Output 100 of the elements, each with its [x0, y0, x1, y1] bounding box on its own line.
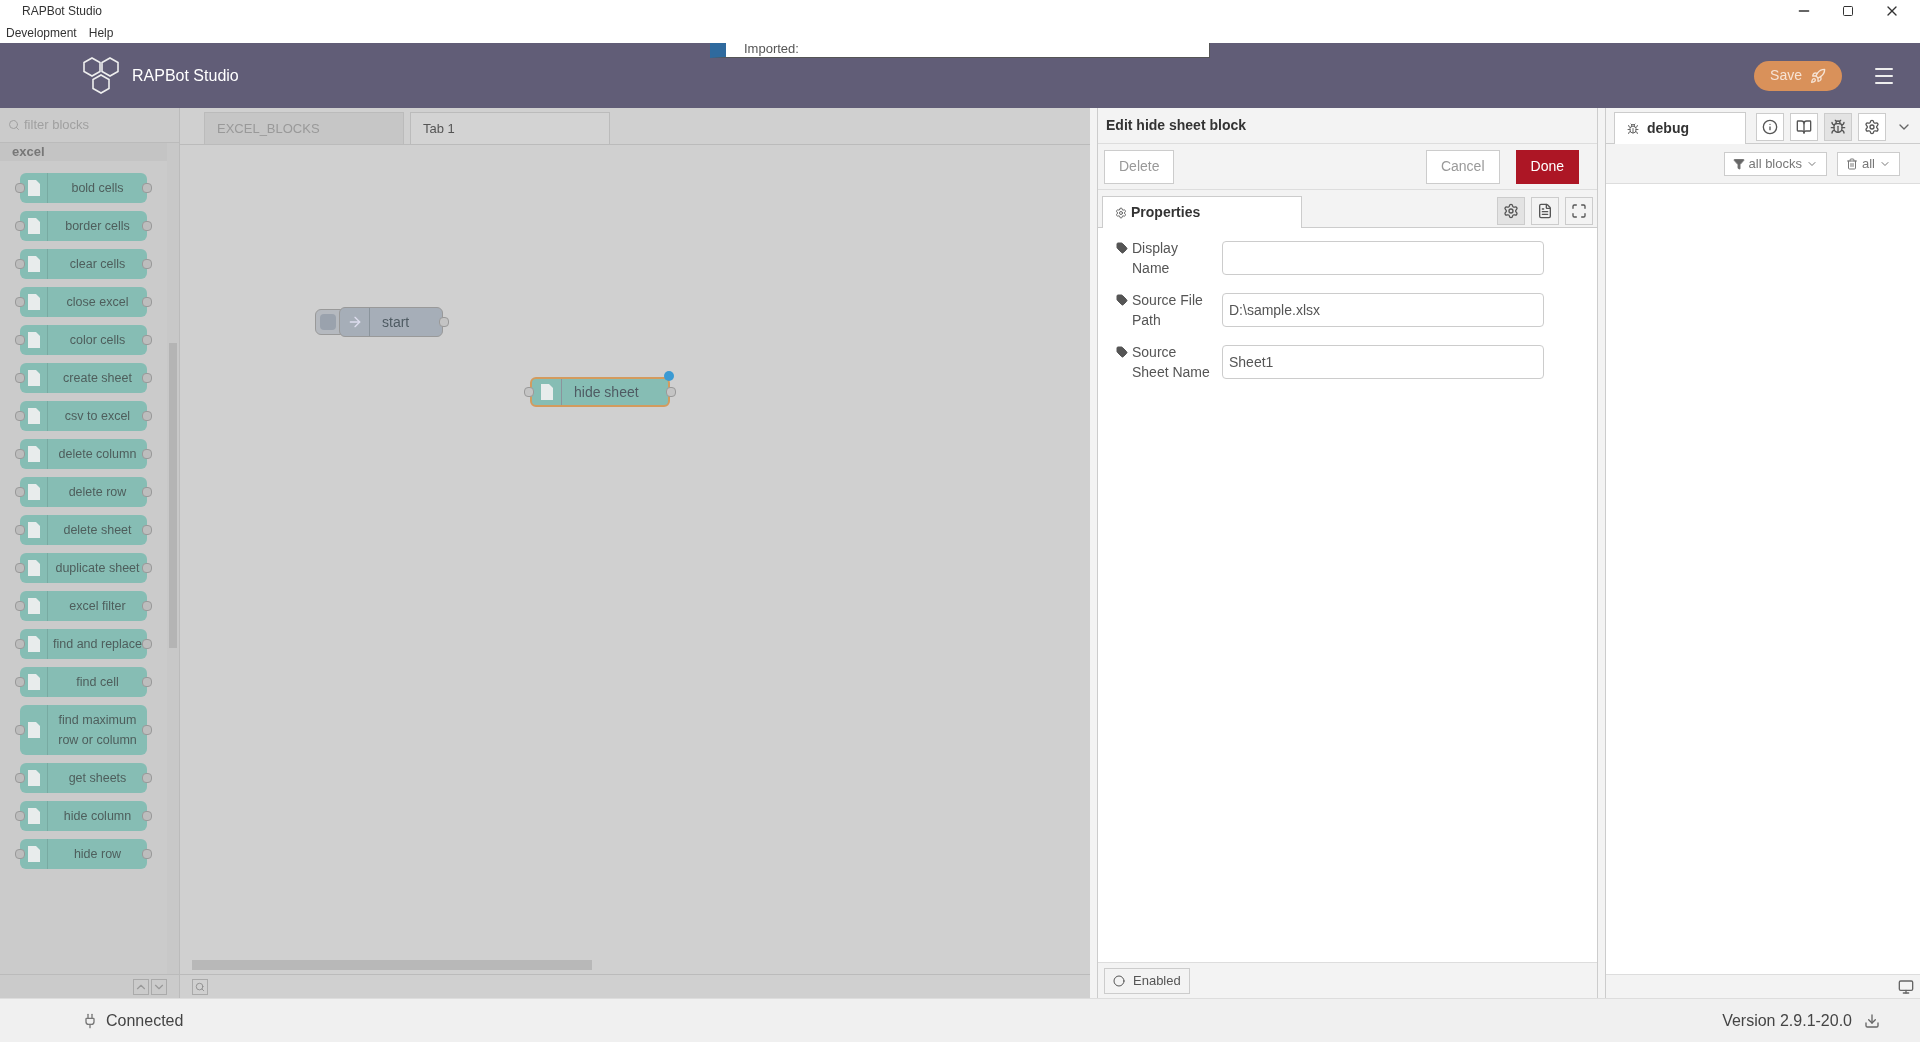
info-icon[interactable]	[1756, 113, 1784, 141]
menu-item[interactable]: Development	[6, 23, 77, 42]
document-icon	[540, 384, 553, 400]
gear-icon	[1115, 206, 1127, 219]
palette-block[interactable]: find cell	[20, 667, 147, 697]
editor-title: Edit hide sheet block	[1106, 116, 1247, 135]
palette-block[interactable]: delete row	[20, 477, 147, 507]
block-label: get sheets	[67, 770, 128, 787]
text-field[interactable]: D:\sample.xlsx	[1222, 293, 1544, 327]
connection-status: Connected	[106, 1010, 184, 1031]
download-icon[interactable]	[1864, 1012, 1880, 1029]
port-icon	[15, 677, 25, 687]
node-label: hide sheet	[573, 382, 640, 402]
port-icon	[142, 725, 152, 735]
block-label: delete row	[67, 484, 128, 501]
port-icon	[142, 849, 152, 859]
block-label: delete sheet	[62, 522, 133, 539]
block-label: close excel	[65, 294, 130, 311]
menu-item[interactable]: Help	[88, 23, 114, 42]
palette-block[interactable]: color cells	[20, 325, 147, 355]
plug-icon	[82, 1012, 98, 1029]
debug-tab[interactable]: debug	[1614, 112, 1746, 144]
properties-tab[interactable]: Properties	[1102, 196, 1302, 228]
palette-block[interactable]: bold cells	[20, 173, 147, 203]
document-icon	[27, 636, 40, 652]
port-icon	[15, 773, 25, 783]
document-icon	[27, 332, 40, 348]
block-label: bold cells	[70, 180, 125, 197]
document-icon	[27, 846, 40, 862]
field-label: Display Name	[1132, 239, 1179, 278]
port-icon	[15, 849, 25, 859]
port-icon	[15, 811, 25, 821]
palette-block[interactable]: close excel	[20, 287, 147, 317]
block-label: hide row	[72, 846, 123, 863]
port-icon	[142, 811, 152, 821]
tag-icon	[1116, 294, 1128, 306]
block-label: create sheet	[62, 370, 133, 387]
port-icon	[15, 525, 25, 535]
book-icon[interactable]	[1790, 113, 1818, 141]
document-icon	[27, 180, 40, 196]
save-button[interactable]: Save	[1754, 60, 1842, 91]
palette-block[interactable]: create sheet	[20, 363, 147, 393]
done-button[interactable]: Done	[1515, 149, 1579, 184]
palette-block[interactable]: border cells	[20, 211, 147, 241]
circle-icon	[1113, 974, 1125, 987]
document-icon	[27, 446, 40, 462]
port-icon	[15, 373, 25, 383]
port-icon	[666, 387, 676, 397]
flow-node[interactable]: hide sheet	[530, 377, 670, 407]
bug-icon[interactable]	[1824, 113, 1852, 141]
block-label: find maximum row or column	[57, 712, 138, 749]
workspace-tab[interactable]: Tab 1	[410, 112, 610, 144]
restore-icon[interactable]	[1842, 5, 1854, 17]
port-icon	[142, 449, 152, 459]
palette-block[interactable]: duplicate sheet	[20, 553, 147, 583]
palette-block[interactable]: get sheets	[20, 763, 147, 793]
port-icon	[524, 387, 534, 397]
version-label: Version 2.9.1-20.0	[1722, 1010, 1852, 1031]
filter-dropdown[interactable]: all blocks	[1723, 151, 1827, 176]
palette-block[interactable]: delete column	[20, 439, 147, 469]
document-icon	[27, 674, 40, 690]
settings-icon[interactable]	[1497, 197, 1525, 225]
palette-block[interactable]: hide column	[20, 801, 147, 831]
port-icon	[142, 601, 152, 611]
document-icon	[27, 218, 40, 234]
port-icon	[15, 411, 25, 421]
port-icon	[439, 317, 449, 327]
port-icon	[15, 335, 25, 345]
block-label: color cells	[68, 332, 127, 349]
document-icon	[27, 256, 40, 272]
document-icon	[27, 560, 40, 576]
document-icon[interactable]	[1531, 197, 1559, 225]
cancel-button[interactable]: Cancel	[1425, 149, 1500, 184]
flow-node[interactable]: start	[339, 307, 443, 337]
port-icon	[142, 335, 152, 345]
port-icon	[142, 773, 152, 783]
frame-icon[interactable]	[1565, 197, 1593, 225]
settings-icon[interactable]	[1858, 113, 1886, 141]
palette-block[interactable]: excel filter	[20, 591, 147, 621]
palette-block[interactable]: delete sheet	[20, 515, 147, 545]
monitor-icon[interactable]	[1898, 978, 1914, 995]
port-icon	[142, 259, 152, 269]
text-field[interactable]	[1222, 241, 1544, 275]
port-icon	[142, 297, 152, 307]
palette-block[interactable]: clear cells	[20, 249, 147, 279]
text-field[interactable]: Sheet1	[1222, 345, 1544, 379]
block-label: duplicate sheet	[54, 560, 141, 577]
palette-block[interactable]: find and replace	[20, 629, 147, 659]
document-icon	[27, 598, 40, 614]
category-label[interactable]: excel	[12, 144, 45, 160]
palette-block[interactable]: find maximum row or column	[20, 705, 147, 755]
clear-dropdown[interactable]: all	[1837, 151, 1900, 176]
node-label: start	[381, 312, 411, 332]
port-icon	[15, 183, 25, 193]
palette-block[interactable]: hide row	[20, 839, 147, 869]
port-icon	[15, 487, 25, 497]
delete-button[interactable]: Delete	[1104, 149, 1175, 184]
palette-block[interactable]: csv to excel	[20, 401, 147, 431]
enabled-toggle[interactable]: Enabled	[1104, 967, 1190, 994]
port-icon	[15, 563, 25, 573]
